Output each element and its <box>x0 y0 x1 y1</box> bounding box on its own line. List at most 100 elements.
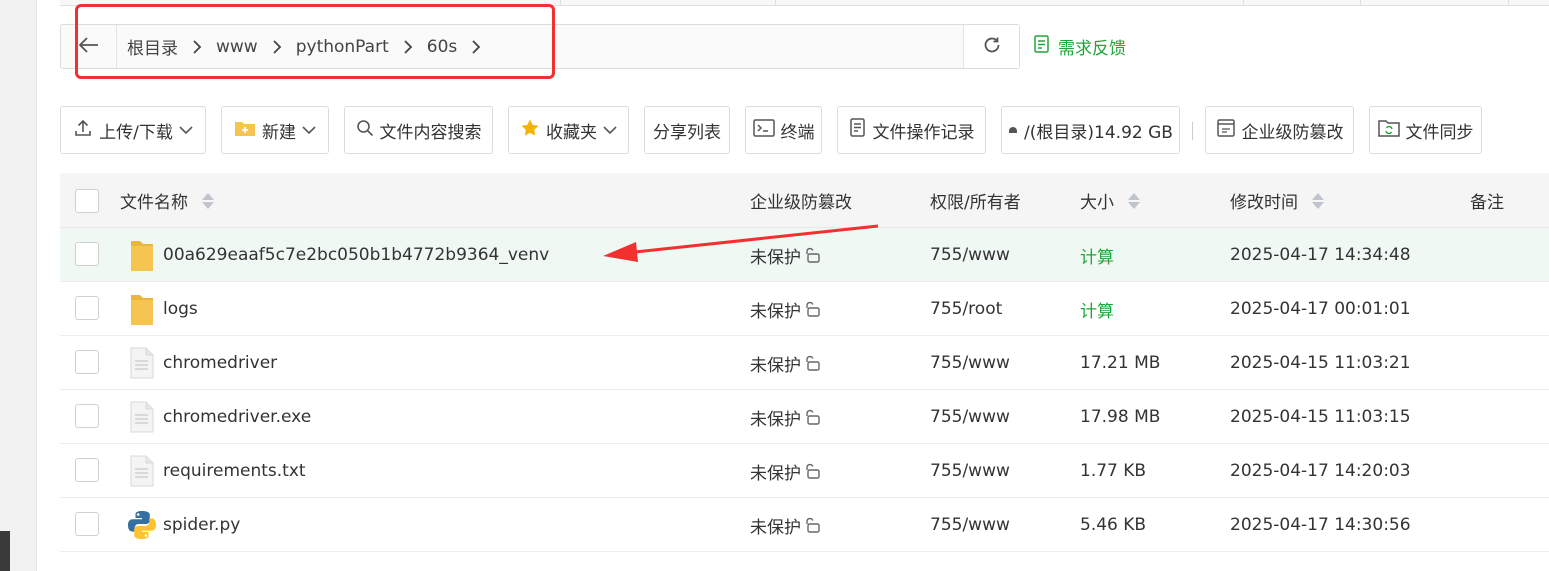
file-name[interactable]: requirements.txt <box>163 444 306 498</box>
file-name[interactable]: chromedriver <box>163 336 277 390</box>
file-sync-button[interactable]: 文件同步 <box>1369 106 1482 154</box>
file-icon <box>124 336 160 390</box>
unlock-icon <box>803 300 821 318</box>
column-header-size[interactable]: 大小 <box>1080 173 1140 228</box>
star-icon <box>520 118 540 143</box>
file-operation-log-button[interactable]: 文件操作记录 <box>837 106 986 154</box>
modified-time: 2025-04-17 14:34:48 <box>1230 245 1411 265</box>
chevron-down-icon <box>179 120 193 140</box>
share-list-label: 分享列表 <box>653 122 721 143</box>
sort-icon <box>1312 192 1324 209</box>
table-row[interactable]: 00a629eaaf5c7e2bc050b1b4772b9364_venv 未保护… <box>60 228 1549 282</box>
unlock-icon <box>803 246 821 264</box>
column-header-note-label: 备注 <box>1470 193 1504 213</box>
share-list-button[interactable]: 分享列表 <box>644 106 730 154</box>
calculate-size-link[interactable]: 计算 <box>1080 282 1114 336</box>
protection-status[interactable]: 未保护 <box>750 336 821 390</box>
disk-usage-button[interactable]: /(根目录)14.92 GB <box>1001 106 1180 154</box>
row-checkbox[interactable] <box>75 296 99 320</box>
terminal-button[interactable]: 终端 <box>745 106 822 154</box>
file-icon <box>124 390 160 444</box>
sync-folder-icon <box>1377 119 1400 142</box>
left-panel-edge <box>0 0 37 571</box>
protection-status-label: 未保护 <box>750 301 801 322</box>
sort-icon <box>1128 192 1140 209</box>
row-checkbox[interactable] <box>75 404 99 428</box>
feedback-label: 需求反馈 <box>1058 39 1126 59</box>
permission-owner[interactable]: 755/www <box>930 498 1010 552</box>
refresh-button[interactable] <box>963 25 1019 68</box>
disk-usage-label: /(根目录)14.92 GB <box>1024 122 1173 143</box>
row-checkbox[interactable] <box>75 242 99 266</box>
unlock-icon <box>803 462 821 480</box>
file-icon <box>124 444 160 498</box>
protection-status[interactable]: 未保护 <box>750 390 821 444</box>
protection-status-label: 未保护 <box>750 355 801 376</box>
table-row[interactable]: spider.py 未保护 755/www 5.46 KB 2025-04-17 14:… <box>60 498 1549 552</box>
table-row[interactable]: chromedriver 未保护 755/www 17.21 MB 2025-04-15… <box>60 336 1549 390</box>
row-checkbox[interactable] <box>75 512 99 536</box>
new-label: 新建 <box>262 122 296 143</box>
upload-download-button[interactable]: 上传/下载 <box>60 106 206 154</box>
protection-status[interactable]: 未保护 <box>750 444 821 498</box>
table-row[interactable]: chromedriver.exe 未保护 755/www 17.98 MB 2025-0… <box>60 390 1549 444</box>
new-button[interactable]: 新建 <box>221 106 329 154</box>
column-header-name-label: 文件名称 <box>120 193 188 213</box>
protection-status-label: 未保护 <box>750 409 801 430</box>
sort-icon <box>202 192 214 209</box>
folder-icon <box>124 228 160 282</box>
protection-status[interactable]: 未保护 <box>750 282 821 336</box>
left-panel-dark-corner <box>0 531 10 571</box>
permission-owner[interactable]: 755/www <box>930 336 1010 390</box>
tamper-proof-button[interactable]: 企业级防篡改 <box>1205 106 1354 154</box>
unlock-icon <box>803 354 821 372</box>
file-content-search-button[interactable]: 文件内容搜索 <box>344 106 493 154</box>
feedback-link[interactable]: 需求反馈 <box>1032 34 1126 59</box>
new-folder-icon <box>234 119 256 142</box>
unlock-icon <box>803 408 821 426</box>
python-file-icon <box>124 498 160 552</box>
modified-time: 2025-04-15 11:03:21 <box>1230 353 1411 373</box>
row-checkbox[interactable] <box>75 458 99 482</box>
modified-time: 2025-04-15 11:03:15 <box>1230 407 1411 427</box>
column-header-name[interactable]: 文件名称 <box>120 173 214 228</box>
file-name[interactable]: chromedriver.exe <box>163 390 311 444</box>
file-size: 5.46 KB <box>1080 515 1147 535</box>
modified-time: 2025-04-17 14:20:03 <box>1230 461 1411 481</box>
table-row[interactable]: requirements.txt 未保护 755/www 1.77 KB 2025-04… <box>60 444 1549 498</box>
column-header-size-label: 大小 <box>1080 193 1114 213</box>
protection-status[interactable]: 未保护 <box>750 498 821 552</box>
permission-owner[interactable]: 755/root <box>930 282 1002 336</box>
favorites-button[interactable]: 收藏夹 <box>508 106 629 154</box>
file-size: 1.77 KB <box>1080 461 1147 481</box>
refresh-icon <box>982 35 1002 59</box>
file-name[interactable]: spider.py <box>163 498 240 552</box>
file-name[interactable]: logs <box>163 282 198 336</box>
calculate-size-link[interactable]: 计算 <box>1080 228 1114 282</box>
document-edit-icon <box>1032 34 1052 59</box>
select-all-checkbox[interactable] <box>75 189 99 213</box>
search-icon <box>356 119 374 142</box>
upload-download-label: 上传/下载 <box>99 122 173 143</box>
row-checkbox[interactable] <box>75 350 99 374</box>
permission-owner[interactable]: 755/www <box>930 390 1010 444</box>
unlock-icon <box>803 516 821 534</box>
file-operation-log-label: 文件操作记录 <box>872 122 975 143</box>
protection-status[interactable]: 未保护 <box>750 228 821 282</box>
permission-owner[interactable]: 755/www <box>930 228 1010 282</box>
column-header-tamper: 企业级防篡改 <box>750 173 852 228</box>
column-header-mtime[interactable]: 修改时间 <box>1230 173 1324 228</box>
column-header-tamper-label: 企业级防篡改 <box>750 193 852 213</box>
shield-page-icon <box>1216 118 1236 143</box>
modified-time: 2025-04-17 14:30:56 <box>1230 515 1411 535</box>
protection-status-label: 未保护 <box>750 463 801 484</box>
permission-owner[interactable]: 755/www <box>930 444 1010 498</box>
upload-icon <box>73 118 93 143</box>
file-content-search-label: 文件内容搜索 <box>379 122 482 143</box>
table-row[interactable]: logs 未保护 755/root 计算 2025-04-17 00:01:01 <box>60 282 1549 336</box>
file-table-header: 文件名称 企业级防篡改 权限/所有者 大小 修改时间 备注 <box>60 173 1549 228</box>
file-name[interactable]: 00a629eaaf5c7e2bc050b1b4772b9364_venv <box>163 228 549 282</box>
file-size: 17.21 MB <box>1080 353 1161 373</box>
protection-status-label: 未保护 <box>750 517 801 538</box>
disk-icon <box>1008 120 1018 140</box>
